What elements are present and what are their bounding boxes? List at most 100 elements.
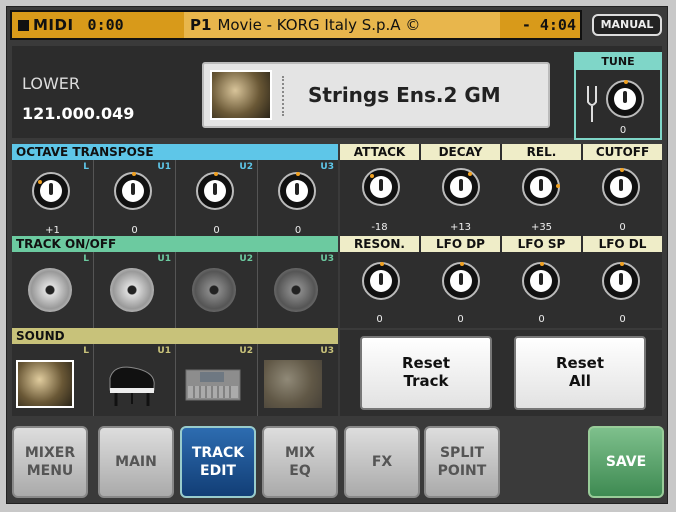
- decay-knob[interactable]: [442, 168, 480, 206]
- part-tag: L: [83, 346, 89, 356]
- reset-track-line2: Track: [403, 372, 449, 390]
- octave-panel: L +1 U1 0 U2 0 U3 0: [12, 160, 338, 236]
- tab-split-point[interactable]: SPLIT POINT: [424, 426, 500, 498]
- track-cell-u3: U3: [258, 252, 338, 328]
- status-bar: MIDI 0:00 P1 Movie - KORG Italy S.p.A © -…: [10, 10, 582, 40]
- tuning-fork-icon: [587, 86, 597, 122]
- sound-cell-u2: U2: [176, 344, 258, 416]
- nav-label: MENU: [26, 463, 74, 479]
- tab-track-edit[interactable]: TRACK EDIT: [180, 426, 256, 498]
- part-tag: U1: [157, 162, 171, 172]
- sound-cell-u3: U3: [258, 344, 338, 416]
- nav-label: MAIN: [115, 454, 157, 470]
- program-code: 121.000.049: [22, 104, 135, 123]
- nav-label: TRACK: [191, 445, 245, 461]
- lfo-delay-knob[interactable]: [602, 262, 640, 300]
- tune-panel: TUNE 0: [574, 52, 662, 140]
- part-tag: L: [83, 254, 89, 264]
- part-tag: U2: [239, 162, 253, 172]
- nav-label: FX: [371, 454, 393, 470]
- reson-value: 0: [376, 314, 383, 325]
- part-tag: L: [83, 162, 89, 172]
- sound-panel: L U1 U2 U3: [12, 344, 338, 416]
- cutoff-label: CUTOFF: [583, 144, 662, 160]
- decay-value: +13: [449, 222, 472, 233]
- reson-knob[interactable]: [362, 262, 400, 300]
- octave-knob-l[interactable]: [32, 172, 70, 210]
- cutoff-knob[interactable]: [602, 168, 640, 206]
- disc-off-icon[interactable]: [274, 268, 318, 312]
- reset-track-button[interactable]: Reset Track: [360, 336, 492, 410]
- part-tag: U1: [157, 254, 171, 264]
- nav-label: POINT: [437, 463, 487, 479]
- octave-cell-l: L +1: [12, 160, 94, 236]
- release-knob[interactable]: [522, 168, 560, 206]
- lfo-speed-label: LFO SP: [502, 236, 581, 252]
- piano-icon[interactable]: [104, 360, 162, 408]
- song-title[interactable]: P1 Movie - KORG Italy S.p.A ©: [184, 12, 500, 38]
- octave-value-l: +1: [45, 225, 60, 236]
- song-slot: P1: [190, 16, 212, 34]
- disc-off-icon[interactable]: [192, 268, 236, 312]
- lfo-depth-value: 0: [457, 314, 464, 325]
- tune-value: 0: [619, 125, 627, 136]
- reset-all-line2: All: [569, 372, 591, 390]
- reset-track-line1: Reset: [402, 354, 450, 372]
- tune-label: TUNE: [576, 54, 660, 70]
- reset-all-line1: Reset: [556, 354, 604, 372]
- octave-knob-u3[interactable]: [278, 172, 316, 210]
- sound-name: Strings Ens.2 GM: [308, 83, 501, 107]
- octave-cell-u3: U3 0: [258, 160, 338, 236]
- nav-label: EDIT: [200, 463, 236, 479]
- attack-value: -18: [371, 222, 388, 233]
- lfo-delay-value: 0: [619, 314, 626, 325]
- octave-value-u3: 0: [294, 225, 302, 236]
- tune-knob[interactable]: [606, 80, 644, 118]
- strings-icon[interactable]: [16, 360, 74, 408]
- track-cell-u1: U1: [94, 252, 176, 328]
- strings-icon[interactable]: [264, 360, 322, 408]
- lfo-depth-label: LFO DP: [421, 236, 500, 252]
- lfo-speed-knob[interactable]: [522, 262, 560, 300]
- reset-all-button[interactable]: Reset All: [514, 336, 646, 410]
- lfo-depth-knob[interactable]: [442, 262, 480, 300]
- tab-mixer-menu[interactable]: MIXER MENU: [12, 426, 88, 498]
- release-value: +35: [530, 222, 553, 233]
- stop-icon[interactable]: [18, 19, 29, 31]
- nav-label: MIX: [285, 445, 315, 461]
- octave-transpose-label: OCTAVE TRANSPOSE: [12, 144, 338, 160]
- nav-label: MIXER: [24, 445, 76, 461]
- octave-cell-u1: U1 0: [94, 160, 176, 236]
- track-panel: L U1 U2 U3: [12, 252, 338, 328]
- lfo-delay-label: LFO DL: [583, 236, 662, 252]
- divider: [282, 76, 284, 116]
- octave-knob-u2[interactable]: [196, 172, 234, 210]
- part-label: LOWER: [22, 74, 80, 93]
- cutoff-value: 0: [619, 222, 626, 233]
- manual-button[interactable]: MANUAL: [592, 14, 662, 36]
- octave-value-u1: 0: [131, 225, 138, 236]
- octave-knob-u1[interactable]: [114, 172, 152, 210]
- song-name: Movie - KORG Italy S.p.A ©: [217, 16, 421, 34]
- disc-on-icon[interactable]: [28, 268, 72, 312]
- track-onoff-label: TRACK ON/OFF: [12, 236, 338, 252]
- midi-label: MIDI: [33, 16, 74, 34]
- attack-knob[interactable]: [362, 168, 400, 206]
- disc-on-icon[interactable]: [110, 268, 154, 312]
- track-cell-u2: U2: [176, 252, 258, 328]
- tab-fx[interactable]: FX: [344, 426, 420, 498]
- elapsed-time: 0:00: [87, 16, 124, 34]
- nav-label: SPLIT: [439, 445, 484, 461]
- keyboard-icon[interactable]: [184, 360, 242, 408]
- nav-label: EQ: [289, 463, 311, 479]
- lfo-speed-value: 0: [538, 314, 545, 325]
- sound-select-button[interactable]: Strings Ens.2 GM: [202, 62, 550, 128]
- tab-main[interactable]: MAIN: [98, 426, 174, 498]
- save-button[interactable]: SAVE: [588, 426, 664, 498]
- tab-mix-eq[interactable]: MIX EQ: [262, 426, 338, 498]
- octave-cell-u2: U2 0: [176, 160, 258, 236]
- remaining-time: - 4:04: [521, 16, 576, 34]
- decay-label: DECAY: [421, 144, 500, 160]
- reson-label: RESON.: [340, 236, 419, 252]
- sound-cell-l: L: [12, 344, 94, 416]
